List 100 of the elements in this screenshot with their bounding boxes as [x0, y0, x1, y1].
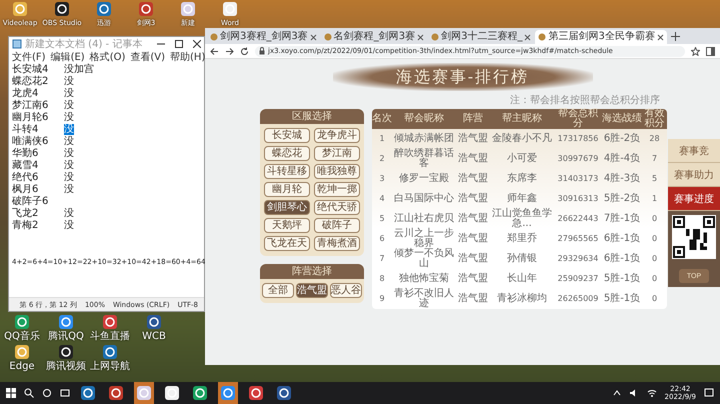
table-cell-text: 6 — [378, 234, 386, 244]
app-icon — [146, 314, 162, 330]
table-cell-text: 江山社右虎贝 — [393, 214, 455, 224]
table-cell-text: 1 — [650, 194, 658, 204]
menu-item[interactable]: 格式(O) — [90, 50, 126, 64]
table-cell-text: 4 — [378, 194, 386, 204]
table-cell-text: 浩气盟 — [457, 194, 489, 204]
filter-option[interactable]: 全部 — [262, 283, 294, 298]
close-icon — [417, 34, 424, 40]
table-cell-text: 小可爱 — [506, 154, 538, 164]
notification-icon — [704, 388, 714, 398]
filter-option[interactable]: 天鹅坪 — [264, 218, 310, 233]
text-line: 没 — [64, 220, 74, 231]
text-line: 梦江南6 — [12, 100, 48, 112]
close-icon — [193, 40, 201, 48]
filter-option[interactable]: 破阵子 — [314, 218, 360, 233]
table-cell-text: 30916313 — [556, 194, 600, 204]
text-line: 没 — [64, 160, 74, 171]
table-cell-text: 7 — [378, 254, 386, 264]
browser-tab[interactable]: 名剑赛程_剑网3赛 — [320, 30, 428, 44]
favicon-icon — [538, 33, 546, 41]
side-nav-item[interactable]: 赛事进度 — [668, 187, 720, 211]
menu-item[interactable]: 帮助(H) — [170, 50, 206, 64]
app-icon — [138, 1, 154, 17]
filter-option[interactable]: 蝶恋花 — [264, 146, 310, 161]
table-cell-text: 1 — [378, 134, 386, 144]
app-icon — [164, 385, 180, 401]
heading-banner: 海选赛事-排行榜 — [332, 63, 592, 91]
table-cell-text: 郑里乔 — [506, 234, 538, 244]
table-cell-text: 25909237 — [556, 274, 600, 284]
table-cell-text: 4胜-4负 — [602, 154, 642, 164]
filter-option[interactable]: 龙争虎斗 — [314, 128, 360, 143]
text-line: 没 — [64, 112, 74, 123]
text-line: 龙虎4 — [12, 88, 38, 100]
table-cell-text: 倾城赤满帐团 — [393, 134, 455, 144]
table-cell-text: 0 — [650, 234, 658, 244]
chevron-up-icon — [612, 389, 621, 397]
icon-label[interactable]: 斗鱼直播 — [90, 331, 130, 342]
filter-option[interactable]: 梦江南 — [314, 146, 360, 161]
back-arrow-icon — [210, 46, 219, 56]
filter-option[interactable]: 剑胆琴心 — [264, 200, 310, 215]
text-line: 斗转4 — [12, 124, 38, 136]
search-icon — [24, 388, 34, 398]
qr-code — [672, 215, 716, 259]
text-line: 没 — [64, 184, 74, 195]
icon-label[interactable]: 腾讯视频 — [46, 361, 86, 372]
close-icon — [310, 34, 317, 40]
text-line: 枫月6 — [12, 184, 38, 196]
icon-label[interactable]: WCB — [142, 331, 166, 342]
icon-label[interactable]: 上网导航 — [90, 361, 130, 372]
browser-tab[interactable]: 剑网3十二三赛程_ — [428, 30, 534, 44]
filter-option[interactable]: 斗转星移 — [264, 164, 310, 179]
table-cell-text: 27965565 — [556, 234, 600, 244]
filter-option[interactable]: 绝代天骄 — [314, 200, 360, 215]
forward-arrow-icon — [225, 46, 234, 56]
table-cell-text: 浩气盟 — [457, 134, 489, 144]
notepad-icon — [12, 39, 22, 49]
filter-option[interactable]: 恶人谷 — [330, 283, 362, 298]
note-text: 注：帮会排名按照帮会总积分排序 — [510, 94, 660, 107]
table-cell-text: 7胜-1负 — [602, 214, 642, 224]
browser-tab[interactable]: 第三届剑网3全民争霸赛 — [535, 30, 667, 44]
column-header: 海选战绩 — [602, 114, 642, 124]
menu-item[interactable]: 编辑(E) — [50, 50, 85, 64]
text-line: 长安城4 — [12, 64, 48, 76]
menu-item[interactable]: 查看(V) — [130, 50, 166, 64]
app-icon — [248, 385, 264, 401]
filter-option[interactable]: 飞龙在天 — [264, 236, 310, 251]
table-cell-text: 孙倩银 — [506, 254, 538, 264]
side-nav-item[interactable]: 赛事竞 — [668, 139, 720, 163]
table-cell-text: 31403173 — [556, 174, 600, 184]
menu-item[interactable]: 文件(F) — [12, 50, 46, 64]
browser-tab[interactable]: 剑网3赛程_剑网3赛 — [207, 30, 320, 44]
app-icon — [14, 314, 30, 330]
sidebar-icon — [706, 46, 715, 56]
text-line: 没 — [64, 136, 74, 147]
app-icon — [96, 1, 112, 17]
table-cell-text: 29329634 — [556, 254, 600, 264]
side-nav-item[interactable]: 赛事助力 — [668, 163, 720, 187]
filter-option[interactable]: 青梅煮酒 — [314, 236, 360, 251]
table-cell-text: 2 — [378, 154, 386, 164]
filter-option[interactable]: 长安城 — [264, 128, 310, 143]
filter-option[interactable]: 唯我独尊 — [314, 164, 360, 179]
filter-option[interactable]: 幽月轮 — [264, 182, 310, 197]
app-icon — [108, 385, 124, 401]
window-title: 新建文本文档 (4) - 记事本 — [25, 38, 142, 51]
filter-option[interactable]: 浩气盟 — [296, 283, 328, 298]
text-line: 幽月轮6 — [12, 112, 48, 124]
text-line: 绝代6 — [12, 172, 38, 184]
icon-label[interactable]: QQ音乐 — [4, 331, 40, 342]
text-line: 没 — [64, 88, 74, 99]
windows-start-icon — [6, 388, 16, 398]
table-cell-text: 长山年 — [506, 274, 538, 284]
app-icon — [180, 1, 196, 17]
icon-label[interactable]: 腾讯QQ — [48, 331, 84, 342]
filter-option[interactable]: 乾坤一掷 — [314, 182, 360, 197]
table-cell-text: 5 — [378, 214, 386, 224]
icon-label[interactable]: Edge — [9, 361, 35, 372]
text-line: 没 — [64, 76, 74, 87]
table-cell-text: 17317856 — [556, 134, 600, 144]
table-cell-text: 5 — [650, 174, 658, 184]
